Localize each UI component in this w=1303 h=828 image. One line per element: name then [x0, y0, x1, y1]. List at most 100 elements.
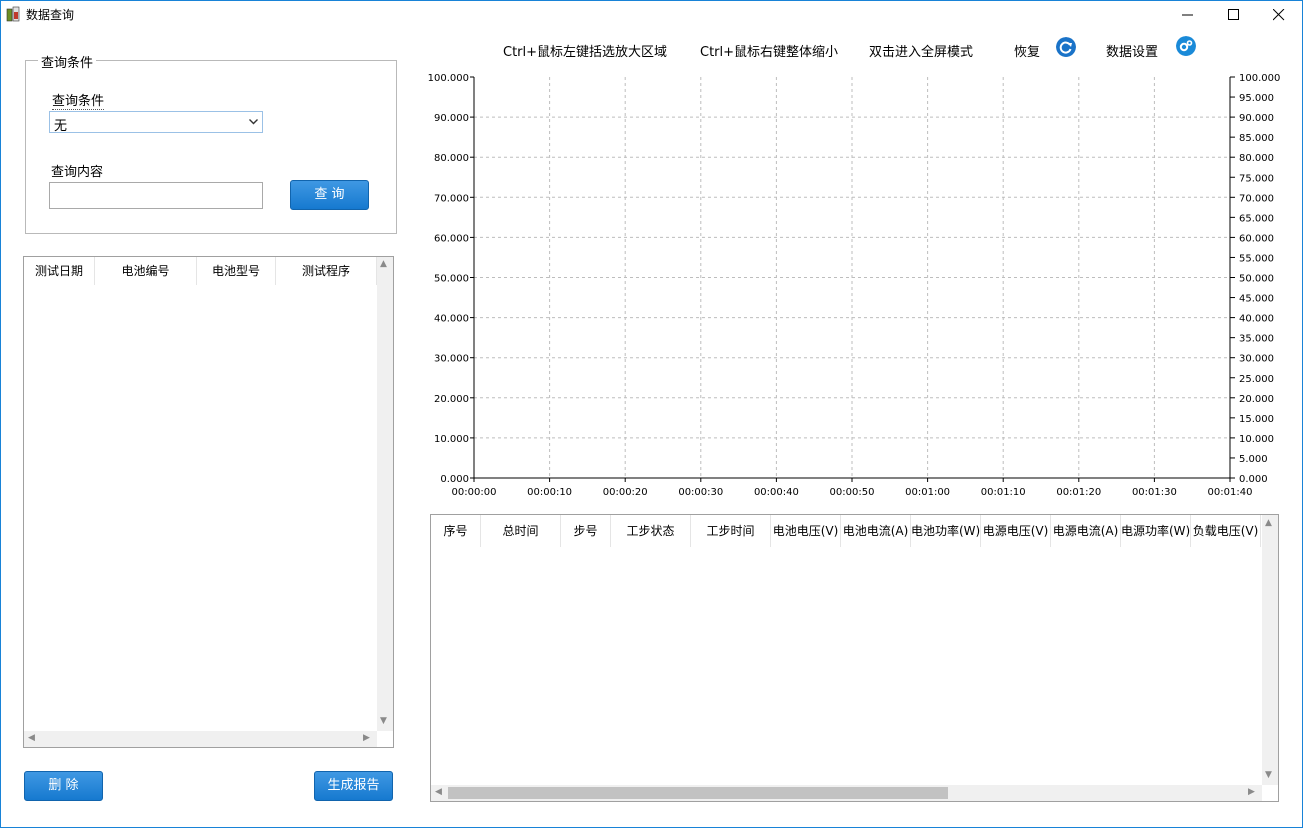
x-tick-label: 00:00:20: [603, 487, 648, 498]
y-left-tick-label: 40.000: [434, 314, 469, 325]
condition-value: 无: [54, 119, 68, 134]
close-button[interactable]: [1256, 1, 1302, 29]
column-header-11[interactable]: 负载电压(V): [1191, 515, 1261, 547]
column-header-2[interactable]: 步号: [561, 515, 611, 547]
column-header-5[interactable]: 电池电压(V): [771, 515, 841, 547]
maximize-button[interactable]: [1211, 1, 1257, 29]
refresh-icon[interactable]: [1056, 37, 1076, 57]
x-tick-label: 00:01:10: [981, 487, 1026, 498]
close-icon: [1273, 9, 1285, 21]
shrink-hint: Ctrl+鼠标右键整体缩小: [700, 45, 839, 60]
query-button[interactable]: 查 询: [290, 180, 369, 210]
column-header-1[interactable]: 总时间: [481, 515, 561, 547]
column-header-3[interactable]: 工步状态: [611, 515, 691, 547]
test-list-vscrollbar[interactable]: ▲ ▼: [377, 257, 393, 731]
y-right-tick-label: 35.000: [1239, 334, 1274, 345]
y-right-tick-label: 55.000: [1239, 253, 1274, 264]
y-right-tick-label: 70.000: [1239, 193, 1274, 204]
column-header-test-date[interactable]: 测试日期: [24, 257, 95, 285]
y-right-tick-label: 90.000: [1239, 113, 1274, 124]
y-left-tick-label: 60.000: [434, 233, 469, 244]
y-right-tick-label: 65.000: [1239, 213, 1274, 224]
delete-button[interactable]: 删 除: [24, 771, 103, 801]
x-tick-label: 00:01:30: [1132, 487, 1177, 498]
column-header-4[interactable]: 工步时间: [691, 515, 771, 547]
condition-select[interactable]: 无: [49, 111, 263, 134]
y-left-tick-label: 90.000: [434, 113, 469, 124]
y-right-tick-label: 50.000: [1239, 274, 1274, 285]
column-header-9[interactable]: 电源电流(A): [1051, 515, 1121, 547]
y-right-tick-label: 25.000: [1239, 374, 1274, 385]
column-header-7[interactable]: 电池功率(W): [911, 515, 981, 547]
y-left-tick-label: 10.000: [434, 434, 469, 445]
data-chart[interactable]: 00:00:00 00:00:10 00:00:20 00:00:30 00:00:40…: [421, 67, 1291, 507]
settings-label[interactable]: 数据设置: [1106, 41, 1158, 60]
x-tick-label: 00:00:40: [754, 487, 799, 498]
minimize-button[interactable]: [1165, 1, 1211, 29]
scroll-up-icon[interactable]: ▲: [380, 259, 387, 269]
column-header-0[interactable]: 序号: [431, 515, 481, 547]
x-tick-label: 00:00:50: [830, 487, 875, 498]
x-tick-label: 00:01:20: [1056, 487, 1101, 498]
x-tick-label: 00:00:30: [678, 487, 723, 498]
y-right-tick-label: 85.000: [1239, 133, 1274, 144]
test-list-hscrollbar[interactable]: ◀ ▶: [24, 731, 377, 747]
maximize-icon: [1228, 9, 1239, 20]
y-left-tick-label: 30.000: [434, 354, 469, 365]
y-left-tick-label: 70.000: [434, 193, 469, 204]
main-window: 数据查询 查询条件 查询条件 无 查询内容 查 询 测试日期 电池编号 电池型号…: [0, 0, 1303, 828]
scroll-left-icon[interactable]: ◀: [435, 787, 442, 797]
scroll-right-icon[interactable]: ▶: [1248, 787, 1255, 797]
y-left-tick-label: 100.000: [428, 73, 469, 84]
y-right-tick-label: 45.000: [1239, 294, 1274, 305]
scroll-right-icon[interactable]: ▶: [363, 733, 370, 743]
y-right-tick-label: 10.000: [1239, 434, 1274, 445]
column-header-test-program[interactable]: 测试程序: [276, 257, 377, 285]
y-left-tick-label: 0.000: [440, 474, 469, 485]
column-header-10[interactable]: 电源功率(W): [1121, 515, 1191, 547]
window-title: 数据查询: [26, 8, 75, 22]
fullscreen-hint: 双击进入全屏模式: [869, 45, 974, 60]
column-header-battery-model[interactable]: 电池型号: [197, 257, 276, 285]
scroll-up-icon[interactable]: ▲: [1265, 518, 1272, 528]
gear-icon[interactable]: [1176, 36, 1196, 56]
column-header-6[interactable]: 电池电流(A): [841, 515, 911, 547]
y-right-tick-label: 75.000: [1239, 173, 1274, 184]
test-list[interactable]: 测试日期 电池编号 电池型号 测试程序 ▲ ▼ ◀ ▶: [23, 256, 394, 748]
condition-label: 查询条件: [52, 90, 105, 110]
data-grid-hscrollbar[interactable]: ◀ ▶: [431, 785, 1262, 801]
y-right-tick-label: 30.000: [1239, 354, 1274, 365]
y-right-tick-label: 80.000: [1239, 153, 1274, 164]
y-right-tick-label: 20.000: [1239, 394, 1274, 405]
scroll-left-icon[interactable]: ◀: [28, 733, 35, 743]
content-input[interactable]: [49, 182, 263, 209]
y-left-tick-label: 20.000: [434, 394, 469, 405]
y-right-tick-label: 5.000: [1239, 454, 1268, 465]
column-header-8[interactable]: 电源电压(V): [981, 515, 1051, 547]
y-right-tick-label: 40.000: [1239, 314, 1274, 325]
generate-report-button[interactable]: 生成报告: [314, 771, 393, 801]
x-tick-label: 00:01:40: [1208, 487, 1253, 498]
minimize-icon: [1182, 14, 1193, 16]
y-right-tick-label: 60.000: [1239, 233, 1274, 244]
y-right-tick-label: 95.000: [1239, 93, 1274, 104]
scroll-down-icon[interactable]: ▼: [1265, 770, 1272, 780]
scroll-down-icon[interactable]: ▼: [380, 716, 387, 726]
query-group-title: 查询条件: [38, 52, 97, 71]
title-bar[interactable]: 数据查询: [1, 1, 1302, 29]
x-tick-label: 00:01:00: [905, 487, 950, 498]
x-tick-label: 00:00:10: [527, 487, 572, 498]
y-right-tick-label: 15.000: [1239, 414, 1274, 425]
column-header-battery-id[interactable]: 电池编号: [95, 257, 197, 285]
scroll-thumb[interactable]: [448, 787, 948, 799]
test-list-header: 测试日期 电池编号 电池型号 测试程序: [24, 257, 377, 285]
restore-label[interactable]: 恢复: [1014, 41, 1040, 60]
app-icon: [6, 6, 20, 22]
data-grid-vscrollbar[interactable]: ▲ ▼: [1262, 515, 1278, 785]
x-tick-label: 00:00:00: [452, 487, 497, 498]
zoom-hint: Ctrl+鼠标左键括选放大区域: [503, 45, 668, 60]
y-right-tick-label: 100.000: [1239, 73, 1280, 84]
content-label: 查询内容: [51, 165, 104, 180]
data-grid[interactable]: 序号 总时间 步号 工步状态 工步时间 电池电压(V) 电池电流(A) 电池功率(W) 电源电压…: [430, 514, 1279, 802]
y-left-tick-label: 50.000: [434, 274, 469, 285]
